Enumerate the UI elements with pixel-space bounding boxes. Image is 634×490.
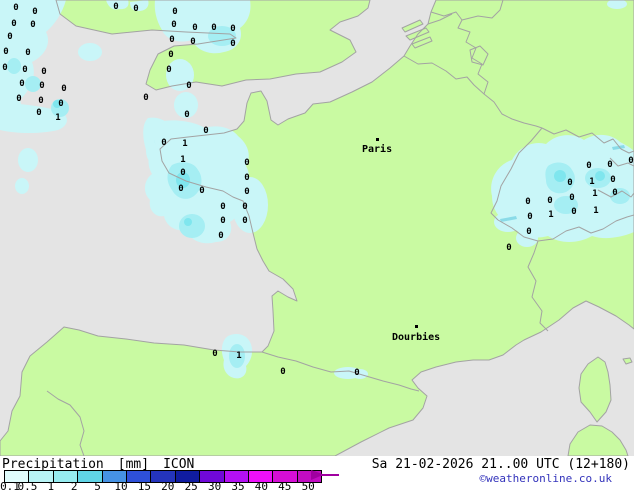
precip-value-marker: 0 xyxy=(133,4,138,14)
precip-value-marker: 0 xyxy=(244,187,249,197)
precip-value-marker: 0 xyxy=(13,3,18,13)
precip-value-marker: 0 xyxy=(16,94,21,104)
scale-tick-label: 0.5 xyxy=(17,480,38,490)
precip-value-marker: 0 xyxy=(171,20,176,30)
city-label: Dourbies xyxy=(392,331,440,343)
precip-value-marker: 0 xyxy=(586,161,591,171)
precip-value-marker: 0 xyxy=(19,79,24,89)
precip-value-marker: 0 xyxy=(192,23,197,33)
precip-value-marker: 0 xyxy=(161,138,166,148)
precip-value-marker: 0 xyxy=(526,227,531,237)
precip-value-marker: 0 xyxy=(506,243,511,253)
precip-value-marker: 0 xyxy=(38,96,43,106)
precip-value-marker: 0 xyxy=(58,99,63,109)
city-dot-icon xyxy=(415,325,418,328)
precip-value-marker: 0 xyxy=(244,173,249,183)
scale-tick-label: 40 xyxy=(254,480,269,490)
precip-value-marker: 0 xyxy=(180,168,185,178)
precip-value-marker: 0 xyxy=(61,84,66,94)
forecast-datetime: Sa 21-02-2026 21..00 UTC (12+180) xyxy=(371,457,630,472)
precip-value-marker: 0 xyxy=(527,212,532,222)
precipitation-map: 0 0 0 0 0 0 0 0 0 0 0 0 0 0 0 0 0 0 0 0 0 0 0 0 0 0 0 0 0 0 0 1 0 0 0 1 1 0 0 0… xyxy=(0,0,634,456)
scale-tick-label: 5 xyxy=(94,480,101,490)
precip-value-marker: 0 xyxy=(3,47,8,57)
weather-map-screenshot: 0000000000000000000000000000000100011000… xyxy=(0,0,634,490)
precip-value-marker: 1 xyxy=(55,113,60,123)
precip-value-marker: 0 xyxy=(218,231,223,241)
precip-value-marker: 0 xyxy=(41,67,46,77)
precip-value-marker: 1 xyxy=(548,210,553,220)
precip-value-marker: 0 xyxy=(567,178,572,188)
city-dot-icon xyxy=(376,138,379,141)
precip-value-marker: 0 xyxy=(169,35,174,45)
precip-value-marker: 0 xyxy=(242,216,247,226)
precip-value-marker: 0 xyxy=(184,110,189,120)
scale-overflow-arrow-icon xyxy=(311,470,340,480)
precip-value-marker: 0 xyxy=(166,65,171,75)
precip-value-marker: 0 xyxy=(571,207,576,217)
precip-value-marker: 0 xyxy=(220,216,225,226)
city-label: Paris xyxy=(362,143,392,155)
precip-value-marker: 0 xyxy=(190,37,195,47)
precip-value-marker: 1 xyxy=(236,351,241,361)
scale-tick-label: 35 xyxy=(231,480,245,490)
precip-value-marker: 0 xyxy=(11,19,16,29)
precip-value-marker: 0 xyxy=(230,24,235,34)
precip-value-marker: 1 xyxy=(593,206,598,216)
precip-value-marker: 0 xyxy=(607,160,612,170)
precip-value-marker: 0 xyxy=(525,197,530,207)
precip-value-marker: 0 xyxy=(280,367,285,377)
precip-value-marker: 0 xyxy=(113,2,118,12)
precip-value-marker: 0 xyxy=(547,196,552,206)
precip-value-marker: 0 xyxy=(7,32,12,42)
precip-value-marker: 0 xyxy=(32,7,37,17)
precip-value-marker: 0 xyxy=(178,184,183,194)
precip-value-marker: 0 xyxy=(25,48,30,58)
precip-value-marker: 0 xyxy=(628,156,633,166)
precip-value-marker: 0 xyxy=(354,368,359,378)
precip-value-marker: 1 xyxy=(180,155,185,165)
scale-tick-label: 10 xyxy=(114,480,128,490)
precip-value-marker: 0 xyxy=(30,20,35,30)
precip-value-marker: 0 xyxy=(230,39,235,49)
precip-value-marker: 1 xyxy=(182,139,187,149)
precip-value-marker: 0 xyxy=(39,81,44,91)
precip-value-marker: 0 xyxy=(244,158,249,168)
scale-tick-label: 45 xyxy=(278,480,292,490)
precip-value-marker: 0 xyxy=(172,7,177,17)
precip-value-marker: 0 xyxy=(199,186,204,196)
precip-value-marker: 0 xyxy=(569,193,574,203)
legend-footer: Precipitation [mm] ICON 0.1 0.5 1 2 5 10 15 20 25 3… xyxy=(0,456,634,490)
precip-value-marker: 0 xyxy=(242,202,247,212)
precip-value-marker: 0 xyxy=(186,81,191,91)
precip-value-marker: 1 xyxy=(592,189,597,199)
precip-value-marker: 0 xyxy=(143,93,148,103)
scale-tick-label: 25 xyxy=(184,480,198,490)
precip-value-marker: 1 xyxy=(589,177,594,187)
precip-value-marker: 0 xyxy=(212,349,217,359)
precip-value-marker: 0 xyxy=(203,126,208,136)
copyright-text: ©weatheronline.co.uk xyxy=(479,472,612,485)
precip-value-marker: 0 xyxy=(610,175,615,185)
precip-value-marker: 0 xyxy=(2,63,7,73)
precip-value-marker: 0 xyxy=(211,23,216,33)
precip-value-marker: 0 xyxy=(612,188,617,198)
precip-value-marker: 0 xyxy=(22,65,27,75)
scale-tick-label: 30 xyxy=(207,480,222,490)
scale-tick-label: 15 xyxy=(137,480,152,490)
scale-tick-label: 1 xyxy=(47,480,55,490)
precip-value-marker: 0 xyxy=(168,50,173,60)
scale-tick-label: 2 xyxy=(70,480,78,490)
scale-tick-label: 50 xyxy=(301,480,315,490)
precip-value-marker: 0 xyxy=(220,202,225,212)
precip-value-marker: 0 xyxy=(36,108,41,118)
scale-tick-label: 20 xyxy=(161,480,175,490)
